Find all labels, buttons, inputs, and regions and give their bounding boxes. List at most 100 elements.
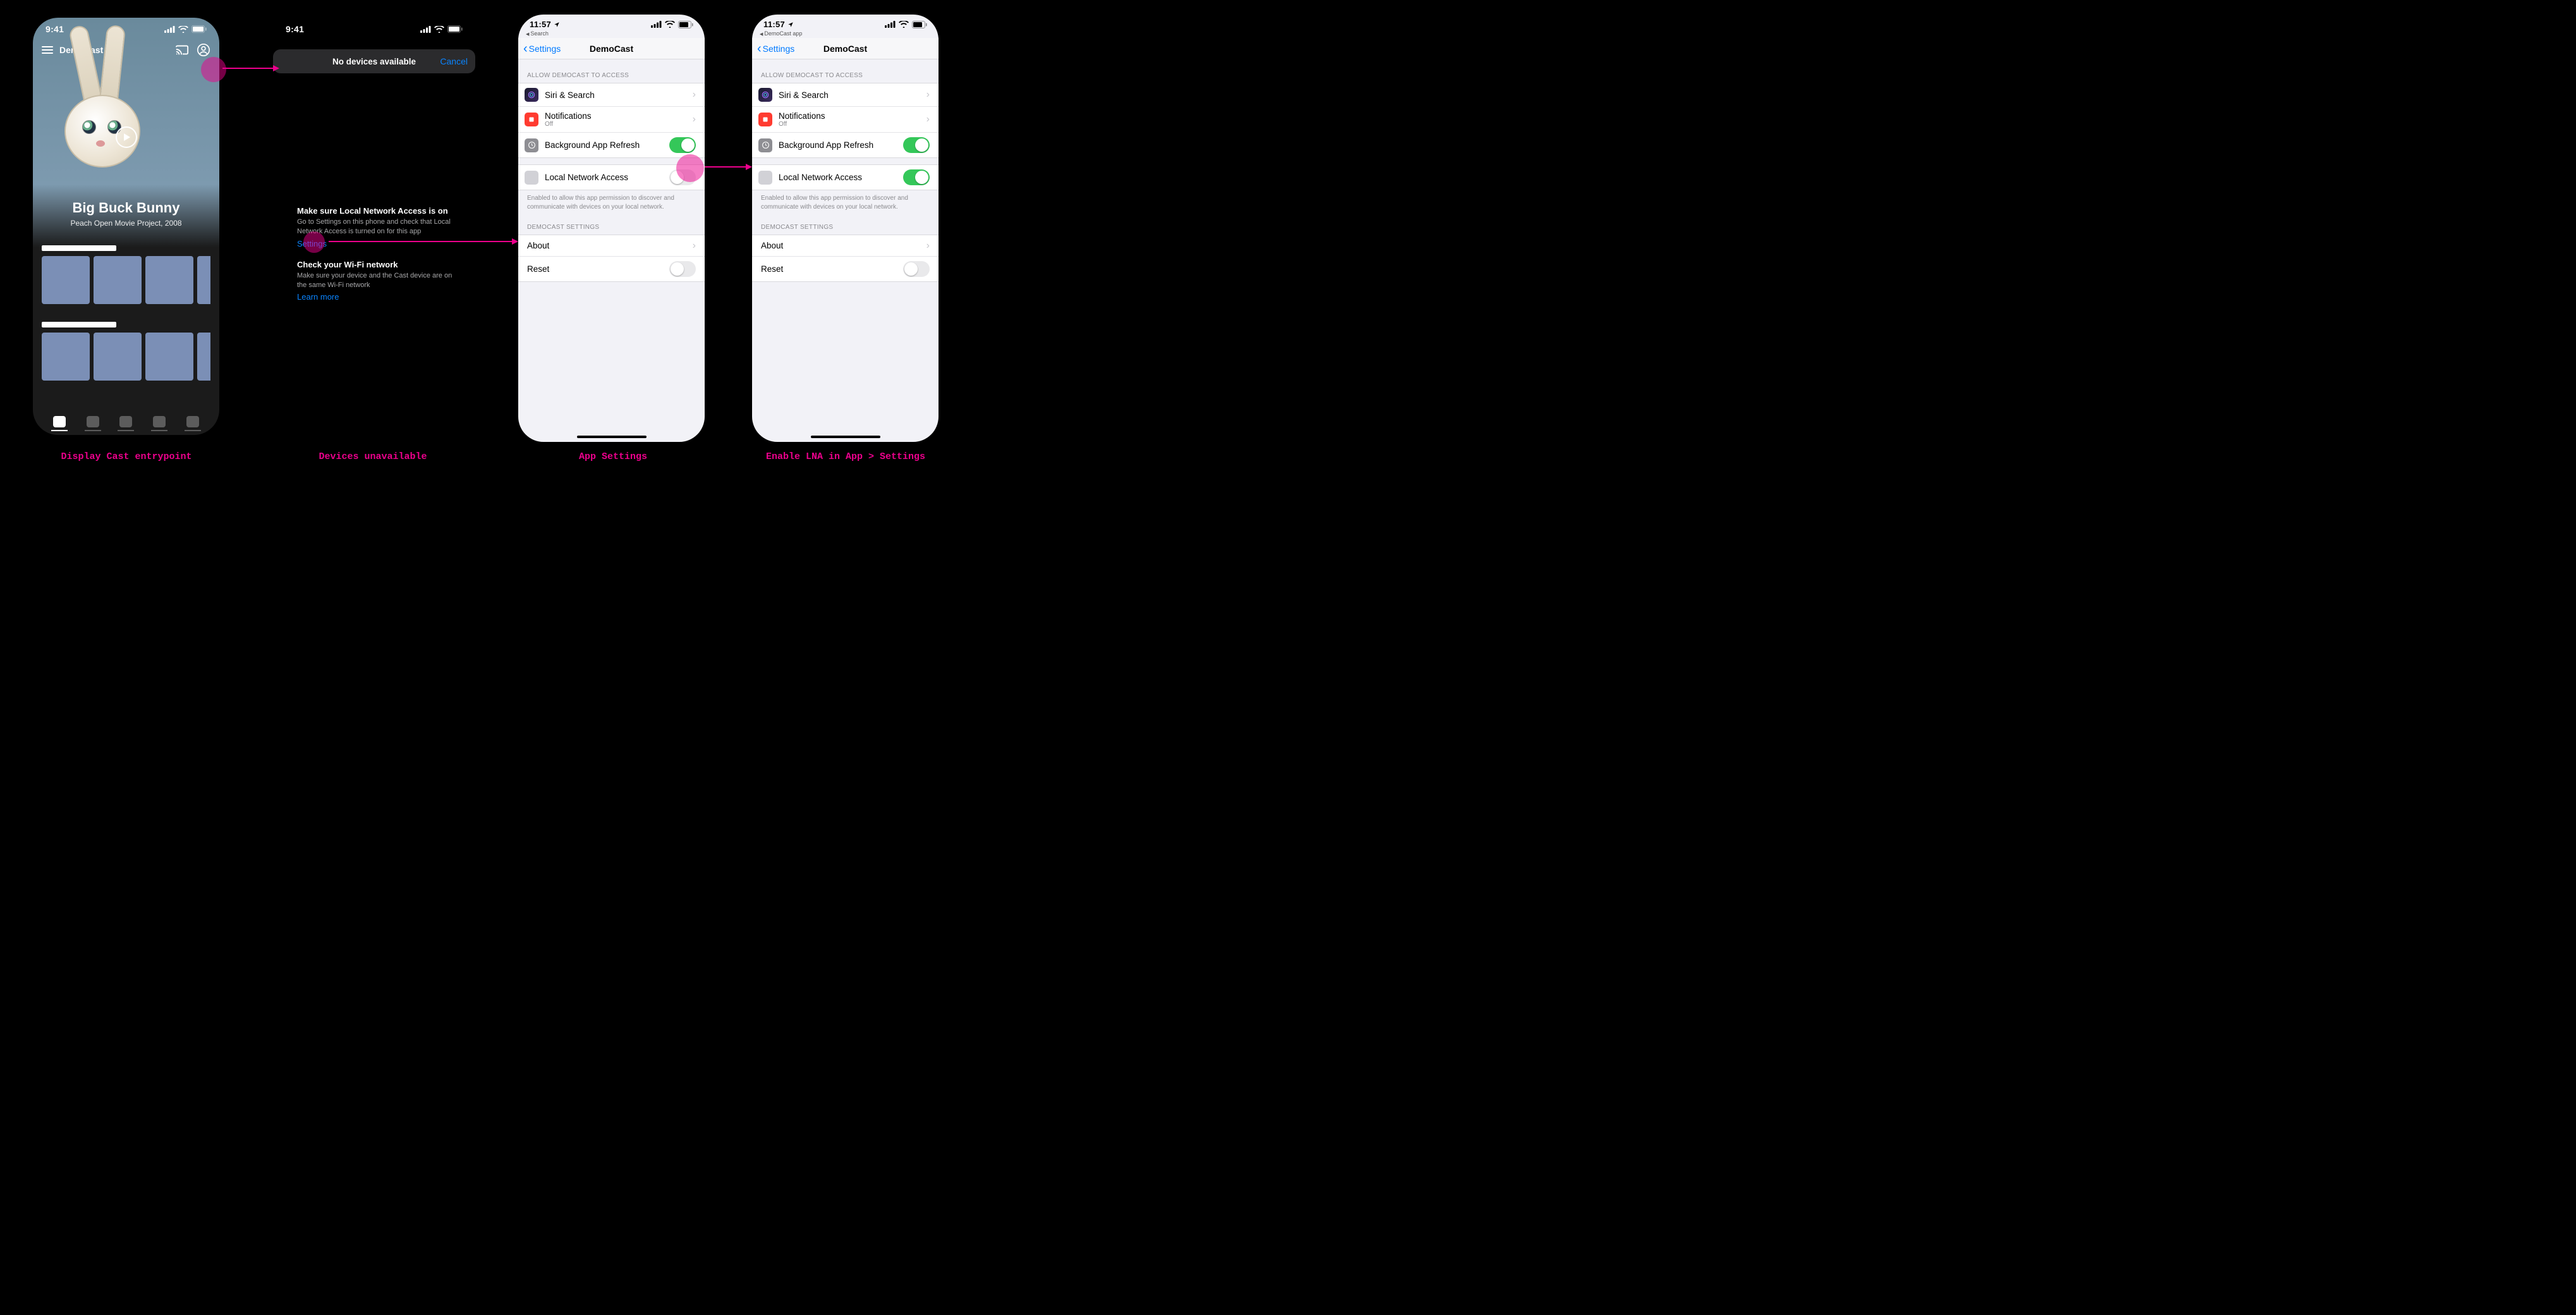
status-bar: 11:57 (518, 15, 705, 30)
cell-reset[interactable]: Reset (752, 257, 939, 281)
profile-icon[interactable] (197, 43, 210, 57)
help-heading: Make sure Local Network Access is on (297, 206, 463, 216)
content-tile[interactable] (42, 256, 90, 304)
content-tile[interactable] (94, 333, 142, 381)
siri-icon (525, 88, 538, 102)
lna-group: Local Network Access (752, 164, 939, 190)
wifi-icon (434, 26, 444, 33)
cell-siri-search[interactable]: Siri & Search › (752, 83, 939, 107)
help-text: Go to Settings on this phone and check t… (297, 217, 463, 236)
help-text: Make sure your device and the Cast devic… (297, 271, 463, 290)
background-refresh-toggle[interactable] (903, 137, 930, 153)
cell-label: About (761, 241, 783, 250)
learn-more-link[interactable]: Learn more (297, 292, 339, 302)
battery-icon (912, 21, 927, 28)
content-tile[interactable] (145, 333, 193, 381)
status-icons (164, 25, 207, 33)
chevron-left-icon: ‹ (757, 44, 762, 53)
content-tile[interactable] (197, 333, 210, 381)
content-tile[interactable] (197, 256, 210, 304)
tab-item[interactable] (87, 416, 99, 427)
screen-app-settings-lna-on: 11:57 DemoCast app ‹Settings DemoCast AL… (752, 15, 939, 442)
breadcrumb[interactable]: Search (518, 30, 705, 38)
arrow-head-icon (746, 164, 752, 170)
screen-cast-entrypoint: 9:41 DemoCast Big Buck Bunny Peach Open … (33, 18, 219, 435)
battery-icon (678, 21, 693, 28)
cell-about[interactable]: About › (752, 235, 939, 257)
nav-bar: ‹Settings DemoCast (752, 38, 939, 59)
caption: Devices unavailable (259, 451, 487, 462)
cell-label: Background App Refresh (545, 140, 640, 150)
home-indicator[interactable] (577, 436, 647, 438)
tab-bar (33, 416, 219, 427)
screen-devices-unavailable: 9:41 No devices available Cancel Make su… (273, 18, 475, 313)
access-group: Siri & Search › NotificationsOff › Backg… (518, 83, 705, 158)
chevron-right-icon: › (927, 240, 930, 252)
cell-about[interactable]: About › (518, 235, 705, 257)
tab-item[interactable] (53, 416, 66, 427)
breadcrumb[interactable]: DemoCast app (752, 30, 939, 38)
arrow-head-icon (512, 238, 518, 245)
background-refresh-toggle[interactable] (669, 137, 696, 153)
status-time: 11:57 (530, 20, 560, 29)
screen-app-settings-lna-off: 11:57 Search ‹Settings DemoCast ALLOW DE… (518, 15, 705, 442)
notifications-icon (758, 113, 772, 126)
battery-icon (191, 25, 207, 33)
chevron-left-icon: ‹ (523, 44, 528, 53)
play-button[interactable] (116, 126, 137, 148)
hero-subtitle: Peach Open Movie Project, 2008 (33, 219, 219, 228)
cell-label: Local Network Access (779, 173, 862, 182)
home-indicator[interactable] (811, 436, 880, 438)
app-settings-group: About › Reset (752, 235, 939, 282)
lna-toggle[interactable] (903, 169, 930, 185)
cell-reset[interactable]: Reset (518, 257, 705, 281)
status-icons (651, 21, 693, 28)
back-button[interactable]: ‹Settings (757, 44, 794, 54)
status-icons (420, 25, 463, 33)
cell-sublabel: Off (779, 121, 920, 128)
network-icon (525, 171, 538, 185)
cast-icon[interactable] (175, 43, 189, 57)
cell-label: About (527, 241, 549, 250)
content-row-1 (33, 240, 219, 304)
cellular-icon (420, 26, 431, 33)
settings-link[interactable]: Settings (297, 239, 327, 248)
status-bar: 9:41 (273, 18, 475, 37)
tab-item[interactable] (119, 416, 132, 427)
help-block-lna: Make sure Local Network Access is on Go … (297, 206, 463, 250)
flow-arrow (705, 166, 746, 168)
back-label: Settings (763, 44, 795, 54)
section-header-access: ALLOW DEMOCAST TO ACCESS (752, 59, 939, 83)
cancel-button[interactable]: Cancel (440, 56, 468, 66)
tab-item[interactable] (153, 416, 166, 427)
back-button[interactable]: ‹Settings (523, 44, 561, 54)
hero-title: Big Buck Bunny (33, 200, 219, 216)
location-icon (554, 21, 560, 28)
siri-icon (758, 88, 772, 102)
chevron-right-icon: › (927, 114, 930, 125)
cell-siri-search[interactable]: Siri & Search › (518, 83, 705, 107)
content-tile[interactable] (94, 256, 142, 304)
flow-arrow (329, 241, 512, 242)
nav-title: DemoCast (590, 44, 633, 54)
app-settings-group: About › Reset (518, 235, 705, 282)
content-tile[interactable] (42, 333, 90, 381)
lna-group: Local Network Access (518, 164, 705, 190)
reset-toggle[interactable] (669, 261, 696, 277)
cell-local-network-access[interactable]: Local Network Access (518, 165, 705, 190)
cell-notifications[interactable]: NotificationsOff › (752, 107, 939, 133)
cell-notifications[interactable]: NotificationsOff › (518, 107, 705, 133)
content-tile[interactable] (145, 256, 193, 304)
cell-background-refresh[interactable]: Background App Refresh (518, 133, 705, 157)
help-heading: Check your Wi-Fi network (297, 260, 463, 269)
chevron-right-icon: › (693, 114, 696, 125)
cell-background-refresh[interactable]: Background App Refresh (752, 133, 939, 157)
battery-icon (447, 25, 463, 33)
tab-item[interactable] (186, 416, 199, 427)
cell-local-network-access[interactable]: Local Network Access (752, 165, 939, 190)
wifi-icon (899, 21, 909, 28)
cell-label: Notifications (779, 111, 825, 121)
reset-toggle[interactable] (903, 261, 930, 277)
hero-area: Big Buck Bunny Peach Open Movie Project,… (33, 63, 219, 240)
lna-toggle[interactable] (669, 169, 696, 185)
